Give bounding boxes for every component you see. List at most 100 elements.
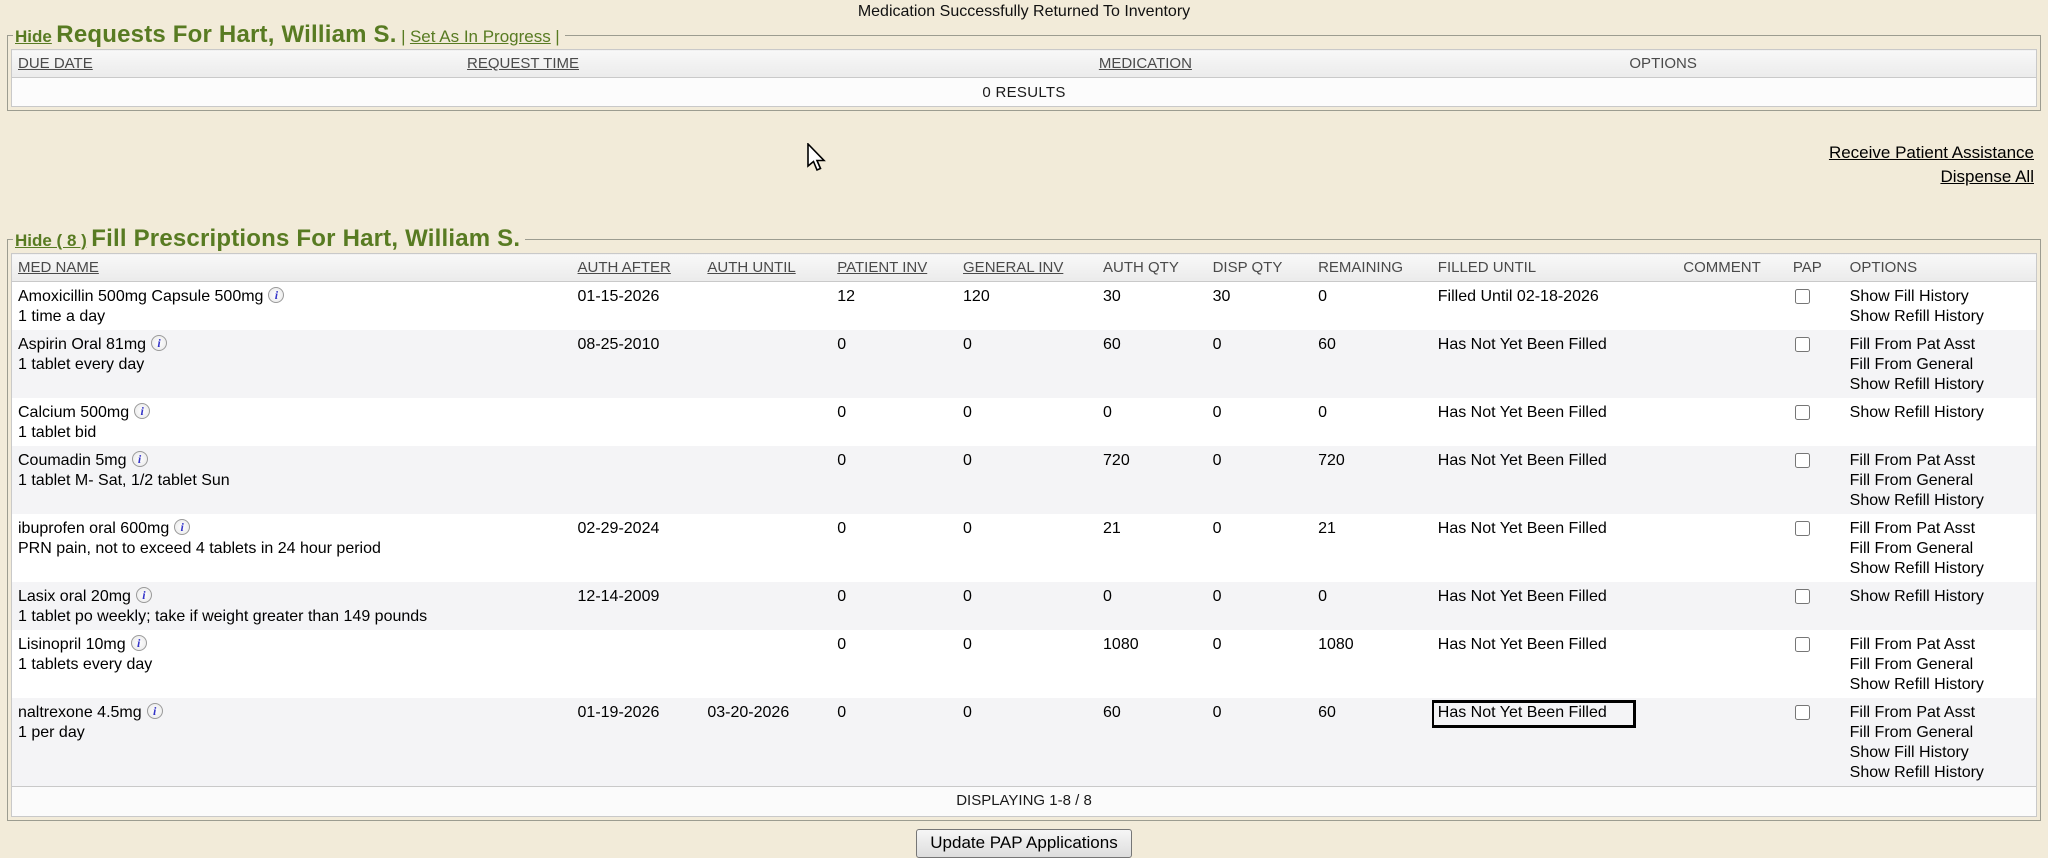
filled-until-cell: Has Not Yet Been Filled [1432,514,1678,582]
remaining-cell: 0 [1312,582,1432,630]
option-link-fill-from-general[interactable]: Fill From General [1850,471,2030,491]
auth-after-cell: 02-29-2024 [572,514,702,582]
option-link-show-refill-history[interactable]: Show Refill History [1850,675,2030,695]
requests-hide-link[interactable]: Hide [15,27,52,46]
option-link-fill-from-pat-asst[interactable]: Fill From Pat Asst [1850,635,2030,655]
pap-checkbox[interactable] [1795,337,1810,352]
comment-cell [1677,330,1787,398]
column-header-patient-inv[interactable]: PATIENT INV [831,254,957,282]
column-header-options: OPTIONS [1844,254,2037,282]
option-link-show-refill-history[interactable]: Show Refill History [1850,587,2030,607]
auth-after-cell [572,446,702,514]
pap-checkbox[interactable] [1795,289,1810,304]
pap-checkbox[interactable] [1795,453,1810,468]
med-name-cell: Coumadin 5mgi1 tablet M- Sat, 1/2 tablet… [12,446,572,514]
pap-checkbox[interactable] [1795,637,1810,652]
auth-qty-cell: 1080 [1097,630,1207,698]
med-sig: 1 time a day [18,307,566,327]
option-link-show-refill-history[interactable]: Show Refill History [1850,491,2030,511]
info-icon[interactable]: i [131,635,147,651]
auth-after-cell: 01-19-2026 [572,698,702,787]
update-pap-applications-button[interactable]: Update PAP Applications [916,829,1131,858]
info-icon[interactable]: i [132,451,148,467]
auth-qty-cell: 0 [1097,582,1207,630]
filled-until-cell: Has Not Yet Been Filled [1432,330,1678,398]
option-link-show-refill-history[interactable]: Show Refill History [1850,307,2030,327]
column-header-auth-until[interactable]: AUTH UNTIL [701,254,831,282]
pap-checkbox[interactable] [1795,705,1810,720]
med-name: Calcium 500mg [18,404,129,421]
patient-inv-cell: 12 [831,282,957,331]
option-link-show-fill-history[interactable]: Show Fill History [1850,287,2030,307]
patient-inv-cell: 0 [831,698,957,787]
pap-cell [1787,446,1844,514]
option-link-show-refill-history[interactable]: Show Refill History [1850,403,2030,423]
option-link-show-refill-history[interactable]: Show Refill History [1850,763,2030,783]
auth-until-cell [701,514,831,582]
auth-until-cell [701,282,831,331]
column-header-due-date[interactable]: DUE DATE [12,50,462,78]
column-header-medication[interactable]: MEDICATION [1093,50,1624,78]
med-name-cell: Calcium 500mg i 1 tablet bid [12,398,572,446]
auth-after-cell [572,630,702,698]
pap-cell [1787,330,1844,398]
disp-qty-cell: 0 [1207,398,1313,446]
column-header-auth-qty: AUTH QTY [1097,254,1207,282]
pap-checkbox[interactable] [1795,405,1810,420]
receive-patient-assistance-link[interactable]: Receive Patient Assistance [0,141,2034,165]
med-sig: 1 tablet every day [18,355,566,375]
column-header-general-inv[interactable]: GENERAL INV [957,254,1097,282]
med-sig: 1 tablet bid [18,423,566,443]
pap-checkbox[interactable] [1795,589,1810,604]
option-link-fill-from-pat-asst[interactable]: Fill From Pat Asst [1850,451,2030,471]
prescription-row: Aspirin Oral 81mgi1 tablet every day08-2… [12,330,2037,398]
option-link-fill-from-pat-asst[interactable]: Fill From Pat Asst [1850,335,2030,355]
option-link-show-refill-history[interactable]: Show Refill History [1850,375,2030,395]
column-header-med-name[interactable]: MED NAME [12,254,572,282]
info-icon[interactable]: i [268,287,284,303]
column-header-auth-after[interactable]: AUTH AFTER [572,254,702,282]
dispense-all-link[interactable]: Dispense All [0,165,2034,189]
info-icon[interactable]: i [136,587,152,603]
column-header-request-time[interactable]: REQUEST TIME [461,50,1093,78]
column-header-remaining: REMAINING [1312,254,1432,282]
info-icon[interactable]: i [147,703,163,719]
option-link-fill-from-pat-asst[interactable]: Fill From Pat Asst [1850,519,2030,539]
fill-table-header-row: MED NAMEAUTH AFTERAUTH UNTILPATIENT INVG… [12,254,2037,282]
med-name: Aspirin Oral 81mg [18,336,146,353]
options-cell: Fill From Pat AsstFill From GeneralShow … [1844,698,2037,787]
option-link-fill-from-pat-asst[interactable]: Fill From Pat Asst [1850,703,2030,723]
med-name: Coumadin 5mg [18,452,127,469]
option-link-fill-from-general[interactable]: Fill From General [1850,655,2030,675]
disp-qty-cell: 0 [1207,514,1313,582]
disp-qty-cell: 0 [1207,582,1313,630]
legend-separator: | [555,27,559,46]
info-icon[interactable]: i [134,403,150,419]
requests-section: Hide Requests For Hart, William S. | Set… [7,21,2041,111]
option-link-fill-from-general[interactable]: Fill From General [1850,539,2030,559]
auth-until-cell [701,446,831,514]
fill-hide-link[interactable]: Hide ( 8 ) [15,231,87,250]
patient-inv-cell: 0 [831,582,957,630]
option-link-show-refill-history[interactable]: Show Refill History [1850,559,2030,579]
prescription-row: ibuprofen oral 600mgiPRN pain, not to ex… [12,514,2037,582]
pap-checkbox[interactable] [1795,521,1810,536]
disp-qty-cell: 0 [1207,698,1313,787]
column-header-comment: COMMENT [1677,254,1787,282]
info-icon[interactable]: i [174,519,190,535]
displaying-count: DISPLAYING 1-8 / 8 [12,787,2037,817]
general-inv-cell: 0 [957,446,1097,514]
option-link-show-fill-history[interactable]: Show Fill History [1850,743,2030,763]
set-as-in-progress-link[interactable]: Set As In Progress [410,27,551,46]
option-link-fill-from-general[interactable]: Fill From General [1850,723,2030,743]
general-inv-cell: 0 [957,698,1097,787]
comment-cell [1677,630,1787,698]
patient-inv-cell: 0 [831,514,957,582]
option-link-fill-from-general[interactable]: Fill From General [1850,355,2030,375]
med-name: ibuprofen oral 600mg [18,520,169,537]
fill-section-legend: Hide ( 8 ) Fill Prescriptions For Hart, … [13,225,525,253]
prescription-row: Calcium 500mgi1 tablet bid00000Has Not Y… [12,398,2037,446]
info-icon[interactable]: i [151,335,167,351]
med-name-cell: Lasix oral 20mgi1 tablet po weekly; take… [12,582,572,630]
patient-inv-cell: 0 [831,630,957,698]
